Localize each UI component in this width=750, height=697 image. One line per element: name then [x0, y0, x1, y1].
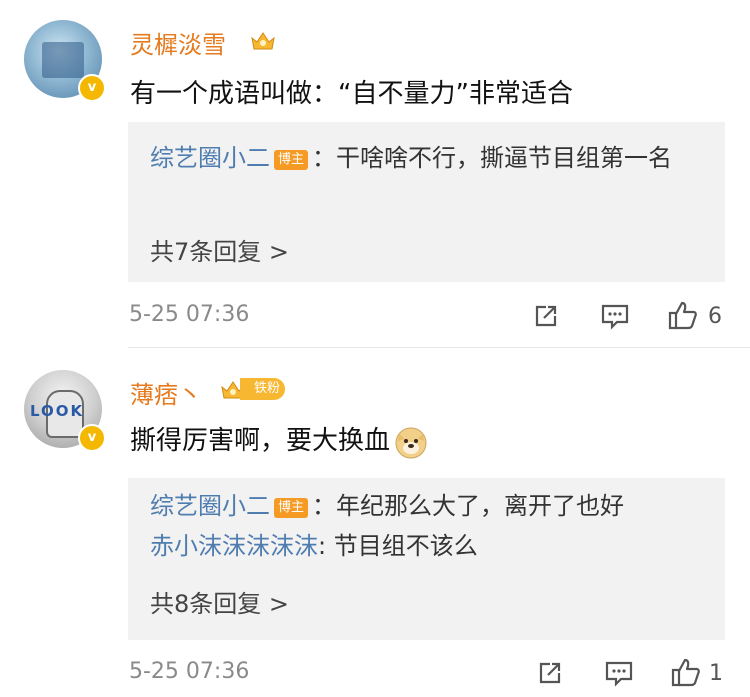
doge-emoji-icon	[395, 427, 427, 458]
reply-item: 综艺圈小二 博主 ：年纪那么大了，离开了也好	[150, 486, 705, 526]
reply-item: 赤小沫沫沫沫沫: 节目组不该么	[150, 526, 705, 566]
verified-badge-icon: v	[78, 74, 106, 102]
comment-text: 有一个成语叫做：“自不量力”非常适合	[130, 79, 573, 109]
comment-icon[interactable]	[604, 659, 634, 687]
avatar-text: LOOK	[30, 402, 85, 420]
avatar-image	[42, 42, 84, 78]
like-icon[interactable]	[667, 300, 699, 330]
share-icon[interactable]	[532, 302, 560, 330]
comment-icon[interactable]	[600, 302, 630, 330]
reply-item: 综艺圈小二 博主 ：干啥啥不行，撕逼节目组第一名	[150, 138, 705, 178]
reply-username[interactable]: 赤小沫沫沫沫沫	[150, 532, 318, 560]
comment-item: v 灵樨淡雪 有一个成语叫做：“自不量力”非常适合 综艺圈小二 博主 ：干啥啥不行，…	[0, 0, 750, 345]
share-icon[interactable]	[536, 659, 564, 687]
like-icon[interactable]	[670, 657, 702, 687]
like-count: 1	[709, 661, 723, 686]
fan-badge: 铁粉	[240, 378, 286, 400]
comment-text: 撕得厉害啊，要大换血	[130, 420, 428, 459]
reply-text: ：年纪那么大了，离开了也好	[312, 492, 625, 520]
more-replies-link[interactable]: 共7条回复 >	[150, 232, 289, 267]
verified-badge-icon: v	[78, 424, 106, 452]
reply-text: : 节目组不该么	[318, 532, 478, 560]
comment-text-body: 撕得厉害啊，要大换血	[130, 426, 391, 456]
reply-username[interactable]: 综艺圈小二	[150, 144, 270, 172]
like-count: 6	[708, 304, 722, 329]
host-badge: 博主	[274, 498, 309, 518]
more-replies-link[interactable]: 共8条回复 >	[150, 584, 289, 619]
username[interactable]: 薄痞丶	[130, 375, 202, 410]
reply-username[interactable]: 综艺圈小二	[150, 492, 270, 520]
reply-box[interactable]: 综艺圈小二 博主 ：干啥啥不行，撕逼节目组第一名 共7条回复 >	[128, 122, 725, 282]
timestamp: 5-25 07:36	[129, 659, 250, 684]
timestamp: 5-25 07:36	[129, 302, 250, 327]
username[interactable]: 灵樨淡雪	[130, 25, 226, 60]
reply-text: ：干啥啥不行，撕逼节目组第一名	[312, 144, 673, 172]
host-badge: 博主	[274, 150, 309, 170]
reply-box[interactable]: 综艺圈小二 博主 ：年纪那么大了，离开了也好 赤小沫沫沫沫沫: 节目组不该么 共8条…	[128, 478, 725, 640]
crown-icon	[251, 32, 275, 50]
comment-item: LOOK v 薄痞丶 铁粉 撕得厉害啊，要大换血 综艺圈小二 博主 ：年纪那么大了，…	[0, 348, 750, 697]
